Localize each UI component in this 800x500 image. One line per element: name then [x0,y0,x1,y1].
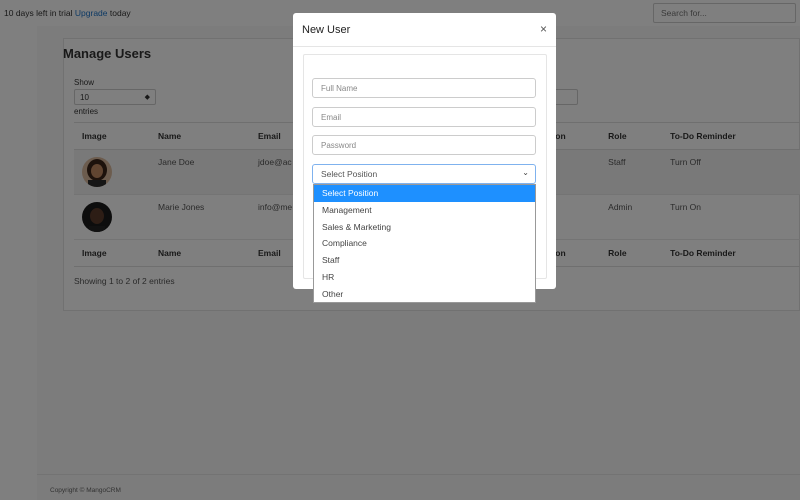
chevron-down-icon: ⌄ [522,168,529,177]
position-option[interactable]: Select Position [314,185,535,202]
position-option[interactable]: Sales & Marketing [314,219,535,236]
position-option[interactable]: Compliance [314,235,535,252]
position-option[interactable]: Other [314,286,535,303]
email-input[interactable] [312,107,536,127]
position-select[interactable]: Select Position ⌄ [312,164,536,184]
position-option[interactable]: Staff [314,252,535,269]
position-option[interactable]: Management [314,202,535,219]
modal-divider [293,46,556,47]
close-icon[interactable]: × [540,22,547,36]
position-option[interactable]: HR [314,269,535,286]
position-dropdown: Select Position Management Sales & Marke… [313,184,536,303]
full-name-input[interactable] [312,78,536,98]
modal-title: New User [302,24,351,36]
password-input[interactable] [312,135,536,155]
position-select-value: Select Position [321,169,378,179]
